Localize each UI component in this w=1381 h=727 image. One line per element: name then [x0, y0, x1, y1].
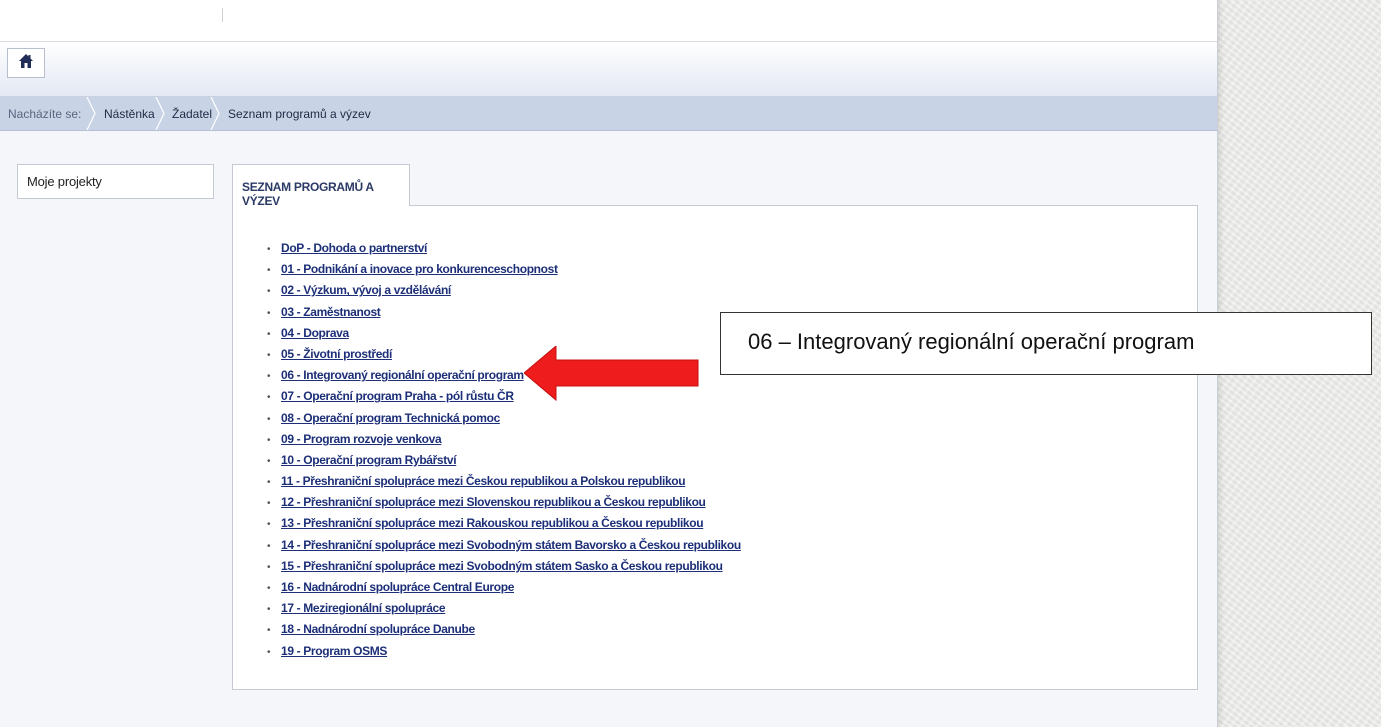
list-item: • 09 - Program rozvoje venkova [267, 429, 741, 450]
breadcrumb: Nacházíte se: Nástěnka Žadatel Seznam pr… [0, 97, 1217, 131]
bullet-icon: • [267, 349, 271, 361]
callout-text: 06 – Integrovaný regionální operační pro… [748, 329, 1195, 354]
program-link[interactable]: 12 - Přeshraniční spolupráce mezi Sloven… [281, 495, 706, 509]
list-item: • 18 - Nadnárodní spolupráce Danube [267, 619, 741, 640]
breadcrumb-separator-icon [210, 97, 220, 130]
tab-seznam-programu[interactable]: SEZNAM PROGRAMŮ A VÝZEV [232, 164, 410, 208]
list-item: • 03 - Zaměstnanost [267, 302, 741, 323]
program-link[interactable]: 09 - Program rozvoje venkova [281, 432, 442, 446]
top-header-bar [0, 0, 1217, 42]
bullet-icon: • [267, 328, 271, 340]
list-item: • 19 - Program OSMS [267, 641, 741, 662]
bullet-icon: • [267, 583, 271, 594]
program-link[interactable]: 01 - Podnikání a inovace pro konkurences… [281, 262, 558, 276]
list-item: • 01 - Podnikání a inovace pro konkurence… [267, 259, 741, 280]
bullet-icon: • [267, 540, 271, 552]
red-arrow-left-icon [524, 346, 699, 402]
breadcrumb-item-current: Seznam programů a výzev [228, 107, 371, 121]
program-link[interactable]: 15 - Přeshraniční spolupráce mezi Svobod… [281, 559, 723, 573]
tab-label: SEZNAM PROGRAMŮ A VÝZEV [242, 180, 374, 208]
bullet-icon: • [267, 646, 271, 658]
bullet-icon: • [267, 625, 271, 637]
bullet-icon: • [267, 286, 271, 298]
program-link[interactable]: 11 - Přeshraniční spolupráce mezi Českou… [281, 474, 686, 488]
bullet-icon: • [267, 244, 271, 255]
list-item: • 17 - Meziregionální spolupráce [267, 598, 741, 619]
program-list-panel: • DoP - Dohoda o partnerství • 01 - Podniká… [232, 205, 1198, 690]
breadcrumb-prefix: Nacházíte se: [8, 107, 82, 121]
bullet-icon: • [267, 455, 271, 467]
program-link[interactable]: 08 - Operační program Technická pomoc [281, 411, 500, 425]
list-item: • 02 - Výzkum, vývoj a vzdělávání [267, 280, 741, 301]
bullet-icon: • [267, 307, 271, 319]
list-item: • 04 - Doprava [267, 323, 741, 344]
list-item: • DoP - Dohoda o partnerství [267, 238, 741, 259]
bullet-icon: • [267, 413, 271, 425]
program-link[interactable]: 10 - Operační program Rybářství [281, 453, 457, 467]
list-item: • 12 - Přeshraniční spolupráce mezi Slove… [267, 492, 741, 513]
list-item: • 11 - Přeshraniční spolupráce mezi Česko… [267, 471, 741, 492]
home-button[interactable] [7, 48, 45, 78]
program-link[interactable]: 07 - Operační program Praha - pól růstu … [281, 389, 514, 403]
sidebar-item-label: Moje projekty [27, 174, 102, 189]
breadcrumb-separator-icon [155, 97, 165, 130]
list-item: • 16 - Nadnárodní spolupráce Central Euro… [267, 577, 741, 598]
breadcrumb-item-zadatel[interactable]: Žadatel [172, 97, 212, 130]
bullet-icon: • [267, 519, 271, 531]
sidebar-item-moje-projekty[interactable]: Moje projekty [17, 164, 214, 199]
program-link[interactable]: 02 - Výzkum, vývoj a vzdělávání [281, 283, 451, 297]
bullet-icon: • [267, 604, 271, 616]
program-link[interactable]: 04 - Doprava [281, 326, 349, 340]
bullet-icon: • [267, 498, 271, 510]
toolbar [0, 42, 1217, 97]
list-item: • 08 - Operační program Technická pomoc [267, 408, 741, 429]
program-link[interactable]: 06 - Integrovaný regionální operační pro… [281, 368, 524, 382]
bullet-icon: • [267, 477, 271, 489]
header-divider [222, 8, 223, 22]
bullet-icon: • [267, 392, 271, 404]
list-item: • 14 - Přeshraniční spolupráce mezi Svobo… [267, 535, 741, 556]
program-link[interactable]: 18 - Nadnárodní spolupráce Danube [281, 622, 475, 636]
list-item: • 13 - Přeshraniční spolupráce mezi Rakou… [267, 513, 741, 534]
breadcrumb-item-nastenka[interactable]: Nástěnka [104, 97, 155, 130]
program-link[interactable]: 16 - Nadnárodní spolupráce Central Europ… [281, 580, 514, 594]
program-link[interactable]: 05 - Životní prostředí [281, 347, 392, 361]
program-link[interactable]: 17 - Meziregionální spolupráce [281, 601, 446, 615]
program-link[interactable]: 19 - Program OSMS [281, 644, 387, 658]
bullet-icon: • [267, 371, 271, 383]
callout-box: 06 – Integrovaný regionální operační pro… [720, 312, 1372, 375]
program-link[interactable]: DoP - Dohoda o partnerství [281, 241, 427, 255]
list-item: • 10 - Operační program Rybářství [267, 450, 741, 471]
bullet-icon: • [267, 561, 271, 573]
list-item: • 15 - Přeshraniční spolupráce mezi Svobo… [267, 556, 741, 577]
home-icon [18, 53, 34, 74]
program-link[interactable]: 13 - Přeshraniční spolupráce mezi Rakous… [281, 516, 704, 530]
program-list: • DoP - Dohoda o partnerství • 01 - Podniká… [267, 238, 741, 662]
program-link[interactable]: 14 - Přeshraniční spolupráce mezi Svobod… [281, 538, 741, 552]
bullet-icon: • [267, 434, 271, 446]
breadcrumb-separator-icon [86, 97, 96, 130]
program-link[interactable]: 03 - Zaměstnanost [281, 305, 381, 319]
bullet-icon: • [267, 265, 271, 277]
